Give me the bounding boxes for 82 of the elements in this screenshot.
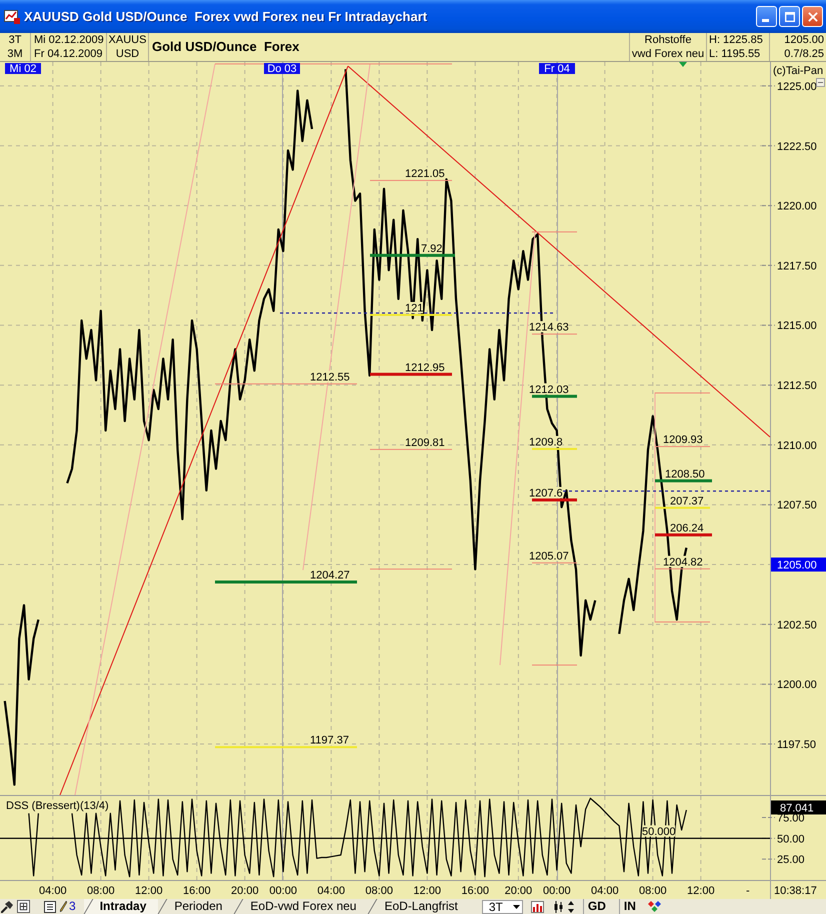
axis-label: 1197.50 [777, 739, 816, 752]
day-label: Mi 02 [5, 63, 41, 75]
date-label: Mi 02.12.2009 [34, 33, 105, 47]
tab[interactable]: Perioden [158, 899, 234, 914]
bar-chart-icon[interactable] [530, 900, 544, 912]
axis-label: 12:00 [413, 885, 441, 897]
axis-label: 16:00 [461, 885, 489, 897]
minimize-icon [762, 19, 768, 22]
pencil-icon [60, 901, 67, 912]
clock-label: 10:38:17 [774, 885, 817, 897]
collapse-toggle[interactable]: - [746, 885, 750, 897]
axis-label: 08:00 [639, 885, 667, 897]
interval-dropdown[interactable]: 3T [482, 900, 523, 914]
value-tag: 87.041 [771, 800, 826, 814]
day-label: Fr 04 [539, 63, 575, 75]
tab[interactable]: EoD-vwd Forex neu [234, 899, 368, 914]
window-icon[interactable] [17, 900, 30, 913]
axis-label: 75.00 [777, 812, 805, 824]
price-tag: 1205.00 [771, 558, 826, 572]
chart-title: DSS (Bressert)(13/4) [6, 800, 109, 812]
axis-label: 1207.50 [777, 500, 817, 512]
level-label: 1209.93 [663, 434, 703, 446]
axis-label: 08:00 [365, 885, 393, 897]
close-icon [808, 12, 818, 22]
caret-icon [512, 904, 520, 908]
color-diamond-icon[interactable] [648, 900, 661, 912]
axis-label: 25.00 [777, 854, 805, 866]
axis-label: 04:00 [39, 885, 67, 897]
notepad-icon[interactable] [44, 900, 56, 912]
level-label: 1204.27 [310, 569, 350, 582]
maximize-icon [784, 12, 794, 22]
symbol-label: USD [116, 47, 140, 61]
axis-label: 04:00 [591, 885, 619, 897]
up-down-arrows-icon[interactable] [568, 900, 574, 912]
period-label: 3M [7, 47, 23, 61]
axis-label: 1222.50 [777, 140, 817, 153]
toolbar-button[interactable]: GD [582, 899, 610, 914]
axis-label: 16:00 [183, 885, 211, 897]
tab[interactable]: Intraday [84, 899, 158, 914]
range-label: L: 1195.55 [709, 47, 762, 61]
axis-label: 1212.50 [777, 380, 817, 392]
axis-label: 12:00 [687, 885, 715, 897]
category-label: Rohstoffe [644, 33, 692, 47]
axis-label: 1210.00 [777, 440, 817, 452]
minus-box-icon[interactable] [816, 78, 825, 87]
tab[interactable]: EoD-Langfrist [368, 899, 470, 914]
quote-label: 0.7/8.25 [784, 47, 824, 61]
range-label: H: 1225.85 [709, 33, 764, 47]
maximize-button[interactable] [779, 6, 800, 27]
axis-label: 20:00 [231, 885, 259, 897]
instrument-name: Gold USD/Ounce Forex [152, 40, 300, 54]
app-icon [4, 10, 20, 24]
triangle-marker-icon [679, 62, 687, 67]
symbol-label: XAUUS [108, 33, 146, 47]
axis-label: 1225.00 [777, 80, 817, 93]
hammer-icon[interactable] [1, 900, 13, 912]
quote-label: 1205.00 [784, 33, 824, 47]
axis-label: 12:00 [135, 885, 163, 897]
axis-label: 1202.50 [777, 619, 817, 632]
axis-label: 1220.00 [777, 200, 817, 213]
candlestick-icon[interactable] [554, 900, 564, 912]
axis-label: 1217.50 [777, 260, 817, 272]
window-title: XAUUSD Gold USD/Ounce Forex vwd Forex neu Fr Intradaychart [24, 9, 428, 24]
axis-label: 00:00 [269, 885, 297, 897]
copyright-label: (c)Tai-Pan [773, 65, 824, 77]
toolbar-button[interactable]: IN [618, 899, 640, 914]
axis-label: 1200.00 [777, 679, 817, 692]
category-label: vwd Forex neu [632, 47, 704, 61]
close-button[interactable] [802, 6, 823, 27]
period-label: 3T [8, 33, 22, 47]
date-label: Fr 04.12.2009 [34, 47, 104, 61]
level-label: 1197.37 [310, 734, 350, 747]
level-label: 1214.63 [529, 321, 569, 334]
axis-label: 00:00 [543, 885, 571, 897]
axis-label: 20:00 [504, 885, 532, 897]
axis-label: 04:00 [317, 885, 345, 897]
draw-tool-button[interactable]: 3 [58, 899, 78, 914]
day-label: Do 03 [264, 63, 300, 75]
axis-label: 1215.00 [777, 320, 817, 332]
minimize-button[interactable] [756, 6, 777, 27]
axis-label: 08:00 [87, 885, 115, 897]
axis-label: 50.00 [777, 833, 805, 846]
